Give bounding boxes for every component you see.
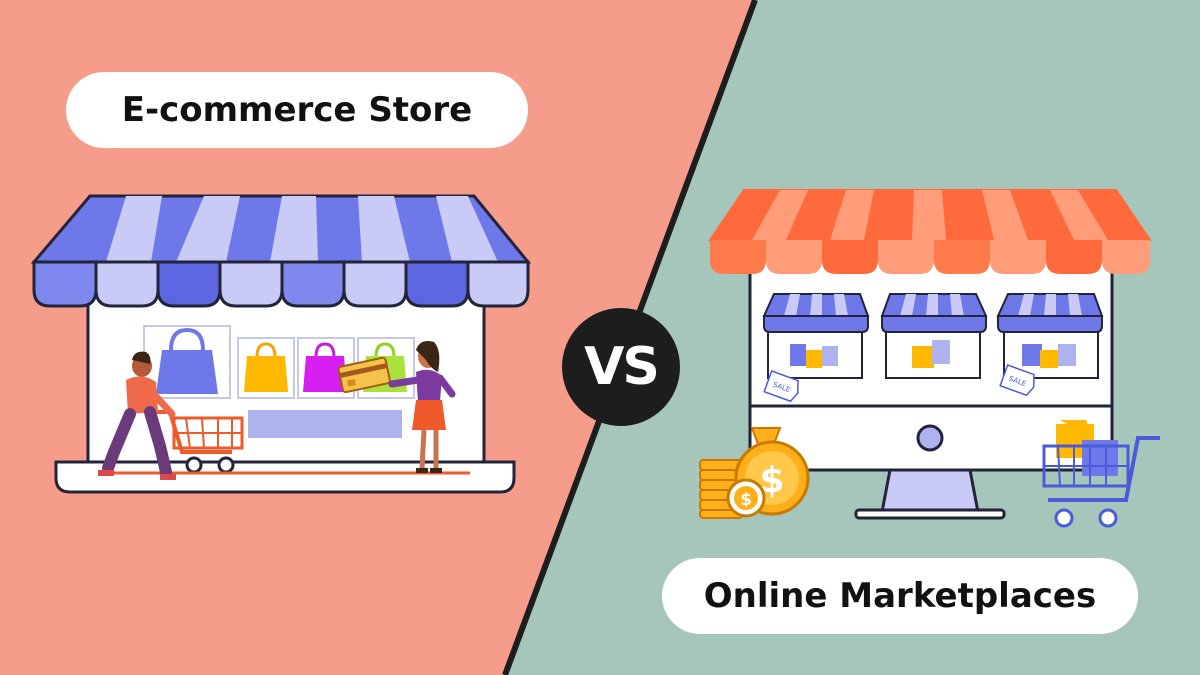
- power-button: [916, 424, 944, 452]
- coin-icon: $: [726, 478, 766, 518]
- title-left: E-commerce Store: [121, 90, 473, 130]
- title-right-pill: Online Marketplaces: [662, 558, 1138, 634]
- svg-text:$: $: [740, 490, 752, 510]
- mini-shop-1: [762, 293, 870, 379]
- title-right: Online Marketplaces: [703, 576, 1097, 616]
- mini-shop-2: [880, 293, 988, 379]
- counter-panel: [248, 410, 402, 438]
- vs-text: VS: [584, 337, 660, 397]
- storefront-icon: [30, 194, 532, 494]
- vs-badge: VS: [562, 308, 680, 426]
- title-left-pill: E-commerce Store: [66, 72, 528, 148]
- mini-shop-3: [996, 293, 1104, 379]
